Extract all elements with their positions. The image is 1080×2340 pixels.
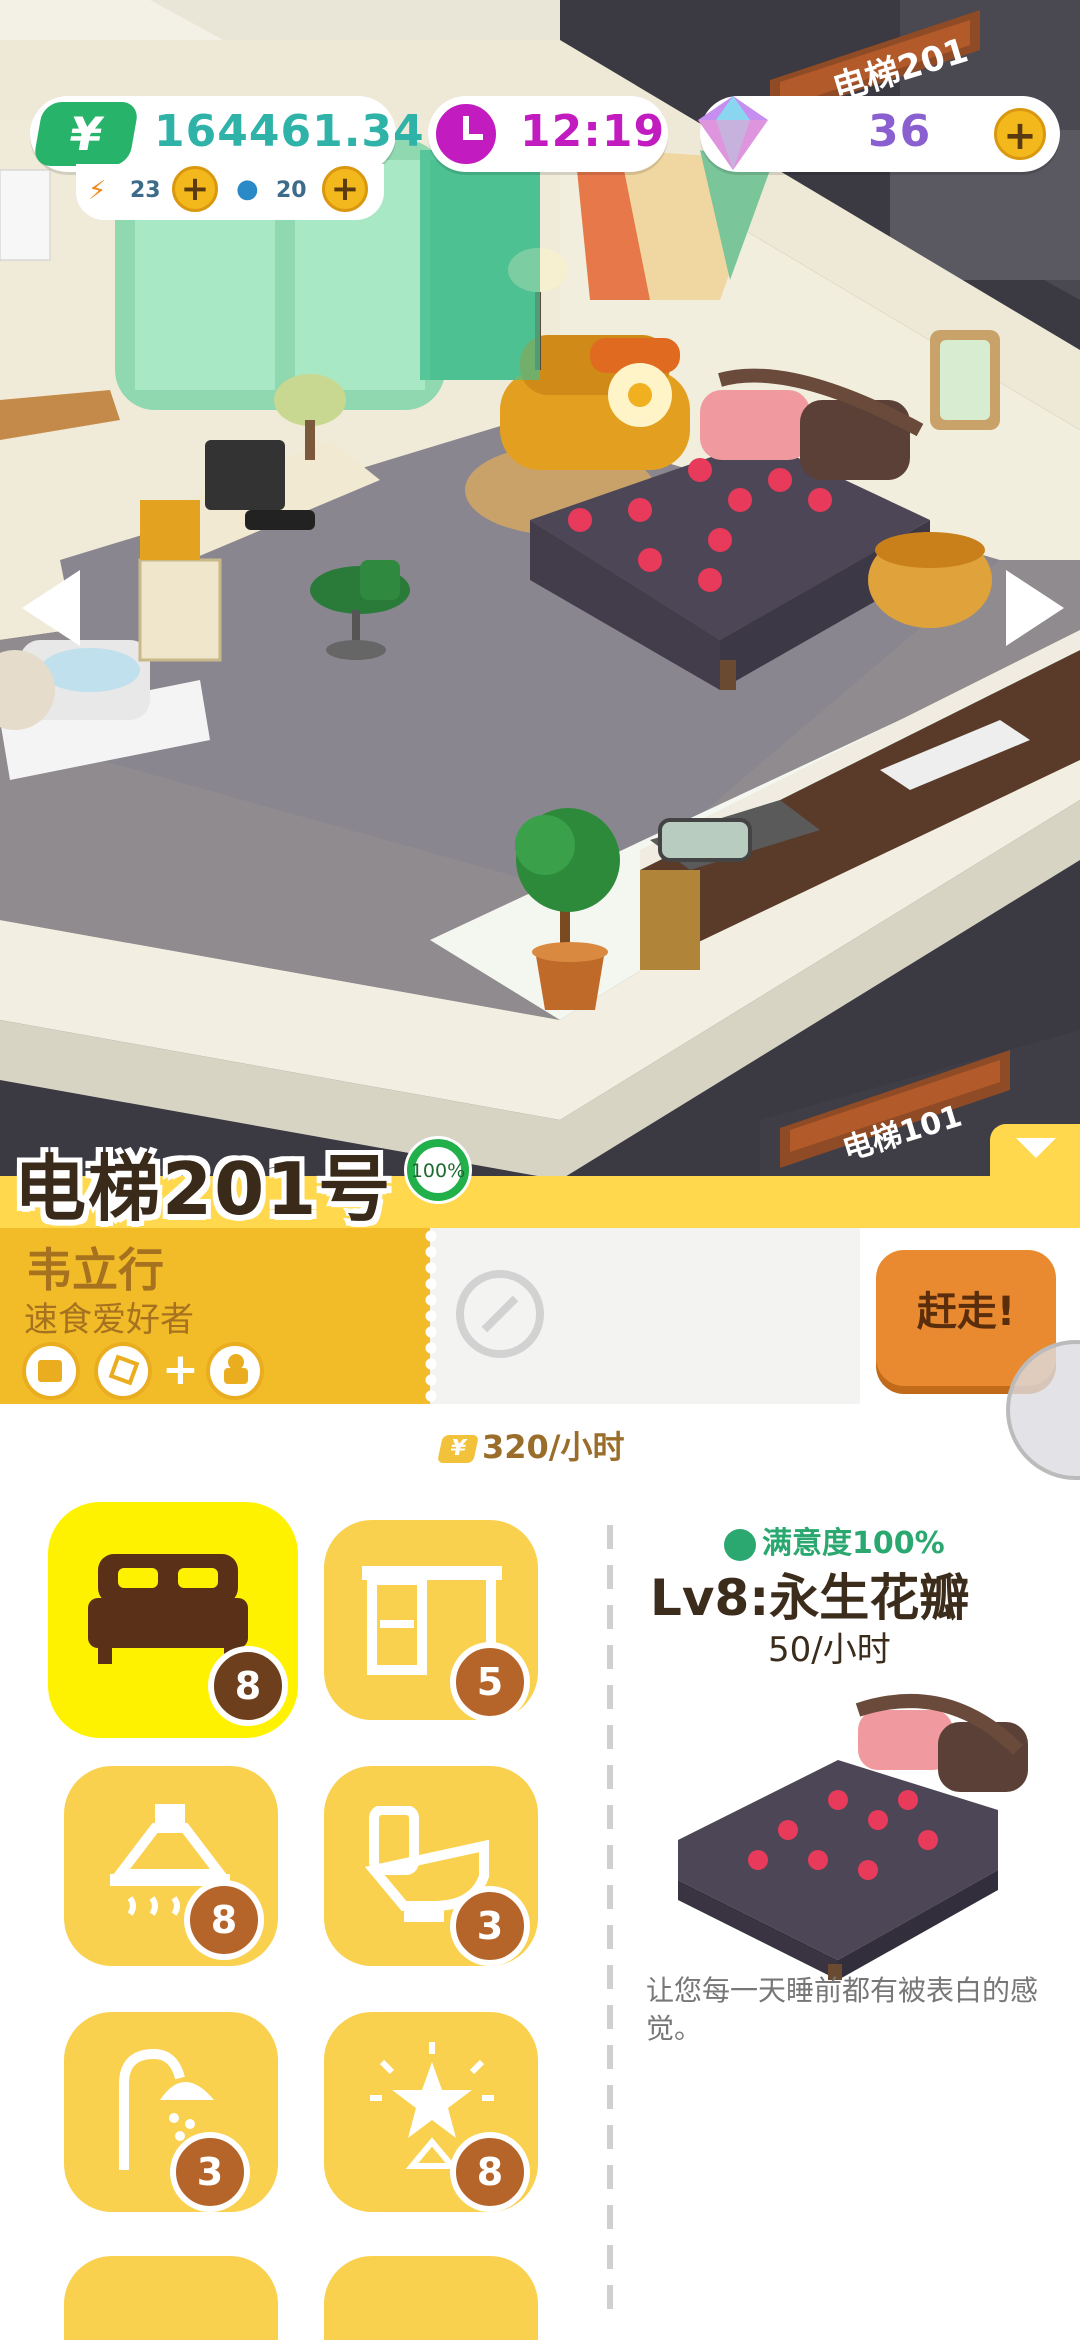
energy-icon: ⚡ bbox=[88, 176, 107, 206]
smile-icon bbox=[724, 1528, 756, 1561]
ticket-perforation bbox=[424, 1228, 438, 1404]
add-energy-button[interactable]: + bbox=[172, 166, 218, 212]
prev-room-arrow[interactable] bbox=[22, 570, 80, 646]
desk-count-badge: 5 bbox=[450, 1642, 530, 1722]
time-value: 12:19 bbox=[520, 106, 666, 157]
clock-icon bbox=[432, 100, 500, 168]
toilet-count-badge: 3 bbox=[450, 1886, 530, 1966]
water-drop-icon: ● bbox=[236, 174, 259, 204]
category-range-hood[interactable]: 8 bbox=[64, 1766, 278, 1966]
tenant-name: 韦立行 bbox=[26, 1243, 164, 1297]
plant-icon bbox=[206, 1342, 264, 1400]
range-hood-count-badge: 8 bbox=[184, 1880, 264, 1960]
tenant-income: ¥320/小时 bbox=[437, 1422, 625, 1468]
item-title: Lv8:永生花瓣 bbox=[650, 1569, 970, 1627]
chevron-down-icon bbox=[1016, 1138, 1056, 1158]
satisfaction-label: 满意度100% bbox=[724, 1518, 945, 1562]
energy-value: 23 bbox=[130, 178, 161, 203]
resource-subbar: ⚡ 23 + ● 20 + bbox=[76, 164, 384, 220]
decor-count-badge: 8 bbox=[450, 2132, 530, 2212]
room-progress-text: 100% bbox=[411, 1160, 465, 1182]
blocked-icon bbox=[456, 1270, 544, 1358]
yuan-icon: ¥ bbox=[437, 1435, 479, 1463]
panel-divider bbox=[607, 1525, 613, 2315]
category-desk[interactable]: 5 bbox=[324, 1520, 538, 1722]
room-title: 电梯201号 bbox=[14, 1147, 393, 1231]
yuan-icon: ¥ bbox=[32, 102, 140, 166]
next-room-arrow[interactable] bbox=[1006, 570, 1064, 646]
satisfaction-value: 满意度100% bbox=[762, 1526, 945, 1561]
tenant-income-value: 320/小时 bbox=[482, 1428, 625, 1466]
gem-counter[interactable]: 36 + bbox=[698, 96, 1060, 172]
category-more-1[interactable] bbox=[64, 2256, 278, 2340]
game-screen: 电梯201 电梯101 ¥ 164461.34 ⚡ 23 + ● 20 + 12… bbox=[0, 0, 1080, 2340]
gem-icon bbox=[698, 96, 768, 170]
item-rate: 50/小时 bbox=[768, 1630, 891, 1670]
room-progress-ring: 100% bbox=[404, 1136, 472, 1204]
category-toilet[interactable]: 3 bbox=[324, 1766, 538, 1966]
clock-display: 12:19 bbox=[428, 96, 668, 172]
bed-count-badge: 8 bbox=[208, 1646, 288, 1726]
add-water-button[interactable]: + bbox=[322, 166, 368, 212]
item-preview-bed bbox=[678, 1694, 1028, 1980]
tenant-tag: 速食爱好者 bbox=[24, 1300, 194, 1340]
category-more-2[interactable] bbox=[324, 2256, 538, 2340]
category-shower[interactable]: 3 bbox=[64, 2012, 278, 2212]
category-bed[interactable]: 8 bbox=[48, 1502, 298, 1738]
dice-icon bbox=[94, 1342, 152, 1400]
mug-icon bbox=[22, 1342, 80, 1400]
add-gems-button[interactable]: + bbox=[994, 108, 1046, 160]
trait-plus: + bbox=[162, 1344, 199, 1395]
water-value: 20 bbox=[276, 178, 307, 203]
item-description: 让您每一天睡前都有被表白的感觉。 bbox=[646, 1974, 1039, 2045]
category-decor[interactable]: 8 bbox=[324, 2012, 538, 2212]
collapse-panel-button[interactable] bbox=[990, 1124, 1080, 1184]
gem-value: 36 bbox=[868, 106, 932, 157]
shower-count-badge: 3 bbox=[170, 2132, 250, 2212]
money-value: 164461.34 bbox=[154, 106, 425, 157]
money-counter[interactable]: ¥ 164461.34 bbox=[30, 96, 424, 172]
bed-icon bbox=[88, 1554, 248, 1664]
